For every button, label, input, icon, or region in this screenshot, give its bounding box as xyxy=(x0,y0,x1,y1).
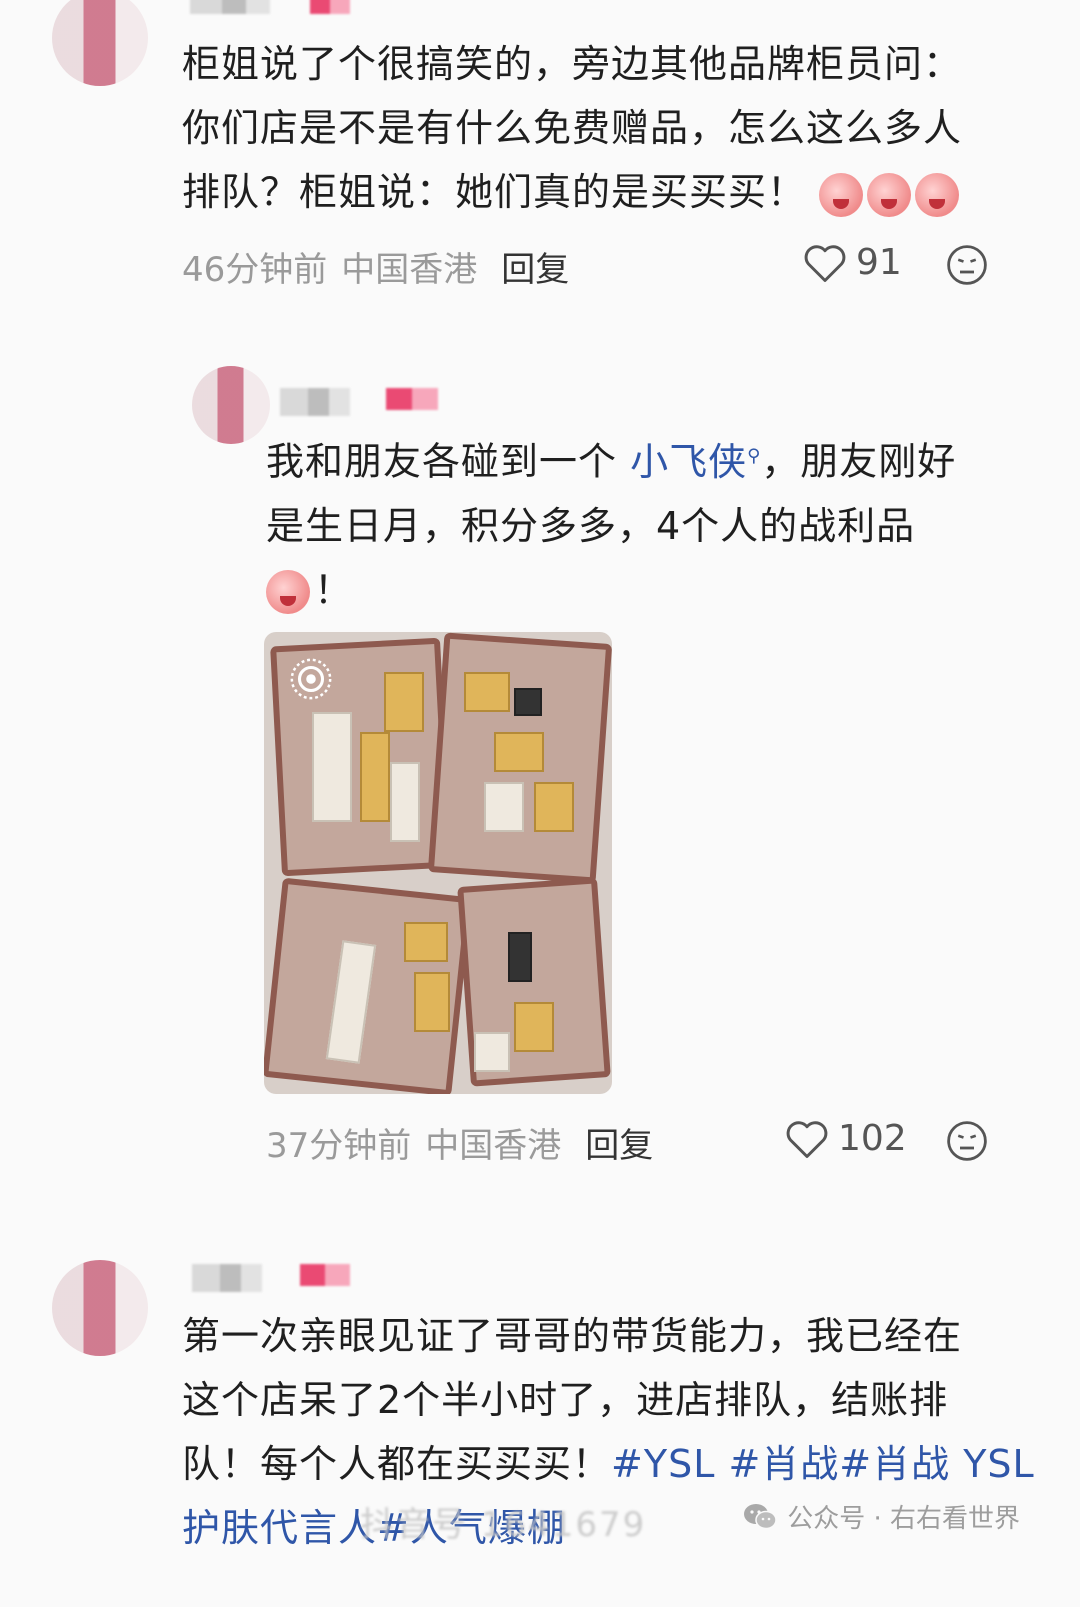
hashtag-link[interactable]: #YSL #肖战#肖战 YSL xyxy=(611,1442,1035,1486)
comment-meta: 46分钟前 中国香港 回复 xyxy=(182,242,569,291)
product-box xyxy=(404,922,448,962)
live-photo-icon[interactable] xyxy=(288,656,334,702)
comment-text: 我和朋友各碰到一个 小飞侠⚲，朋友刚好 是生日月，积分多多，4个人的战利品 ！ xyxy=(266,424,956,622)
comment-line: 第一次亲眼见证了哥哥的带货能力，我已经在 xyxy=(182,1314,963,1358)
product-box xyxy=(534,782,574,832)
comment-line: 是生日月，积分多多，4个人的战利品 xyxy=(266,503,916,548)
product-box xyxy=(384,672,424,732)
comment-line: 排队？柜姐说：她们真的是买买买！ xyxy=(182,160,963,224)
username[interactable] xyxy=(192,1264,262,1292)
faded-watermark: 抖音号 1641679 xyxy=(360,1505,647,1545)
product-box xyxy=(414,972,450,1032)
like-count: 91 xyxy=(856,242,902,283)
user-badge xyxy=(386,388,438,410)
product-box xyxy=(390,762,420,842)
product-box xyxy=(514,1002,554,1052)
comment-location: 中国香港 xyxy=(341,250,478,290)
comment-meta: 37分钟前 中国香港 回复 xyxy=(266,1118,653,1167)
watermark-label: 公众号 · 右右看世界 xyxy=(787,1504,1020,1534)
neutral-face-icon[interactable] xyxy=(946,244,988,286)
comment-time: 46分钟前 xyxy=(182,250,328,290)
reply-button[interactable]: 回复 xyxy=(501,242,569,291)
laughing-emoji-icon xyxy=(266,570,310,615)
like-button[interactable]: 102 xyxy=(786,1118,907,1159)
like-button[interactable]: 91 xyxy=(804,242,902,283)
comment-time: 37分钟前 xyxy=(266,1126,412,1166)
heart-icon xyxy=(804,244,846,282)
laughing-emoji-icon xyxy=(819,172,864,217)
product-box xyxy=(312,712,352,822)
comment-photo[interactable] xyxy=(264,632,612,1094)
user-badge xyxy=(300,1264,350,1286)
comment-line: 柜姐说了个很搞笑的，旁边其他品牌柜员问： xyxy=(182,42,963,86)
product-box xyxy=(514,688,542,716)
comment-line: 我和朋友各碰到一个 小飞侠⚲，朋友刚好 xyxy=(266,439,957,484)
comment-text: 柜姐说了个很搞笑的，旁边其他品牌柜员问： 你们店是不是有什么免费赠品，怎么这么多… xyxy=(182,32,963,224)
product-box xyxy=(360,732,390,822)
comment-line: 你们店是不是有什么免费赠品，怎么这么多人 xyxy=(182,106,963,150)
product-box xyxy=(464,672,510,712)
product-box xyxy=(474,1032,510,1072)
product-box xyxy=(494,732,544,772)
user-badge xyxy=(310,0,350,14)
product-box xyxy=(508,932,532,982)
username[interactable] xyxy=(280,388,350,416)
like-count: 102 xyxy=(838,1118,907,1159)
wechat-icon xyxy=(744,1503,777,1529)
product-box xyxy=(484,782,524,832)
comment-line: 这个店呆了2个半小时了，进店排队，结账排 xyxy=(182,1378,949,1422)
avatar[interactable] xyxy=(52,1260,148,1356)
reply-button[interactable]: 回复 xyxy=(585,1118,653,1167)
comment-line: 队！每个人都在买买买！#YSL #肖战#肖战 YSL xyxy=(182,1442,1035,1486)
avatar[interactable] xyxy=(52,0,148,86)
search-link[interactable]: 小飞侠⚲ xyxy=(630,440,761,484)
heart-icon xyxy=(786,1120,828,1158)
comment-location: 中国香港 xyxy=(425,1126,562,1166)
neutral-face-icon[interactable] xyxy=(946,1120,988,1162)
username[interactable] xyxy=(190,0,270,14)
comment-line: ！ xyxy=(266,558,956,622)
laughing-emoji-icon xyxy=(915,172,960,217)
laughing-emoji-icon xyxy=(867,172,912,217)
watermark: 公众号 · 右右看世界 xyxy=(743,1498,1020,1535)
avatar[interactable] xyxy=(192,366,270,444)
